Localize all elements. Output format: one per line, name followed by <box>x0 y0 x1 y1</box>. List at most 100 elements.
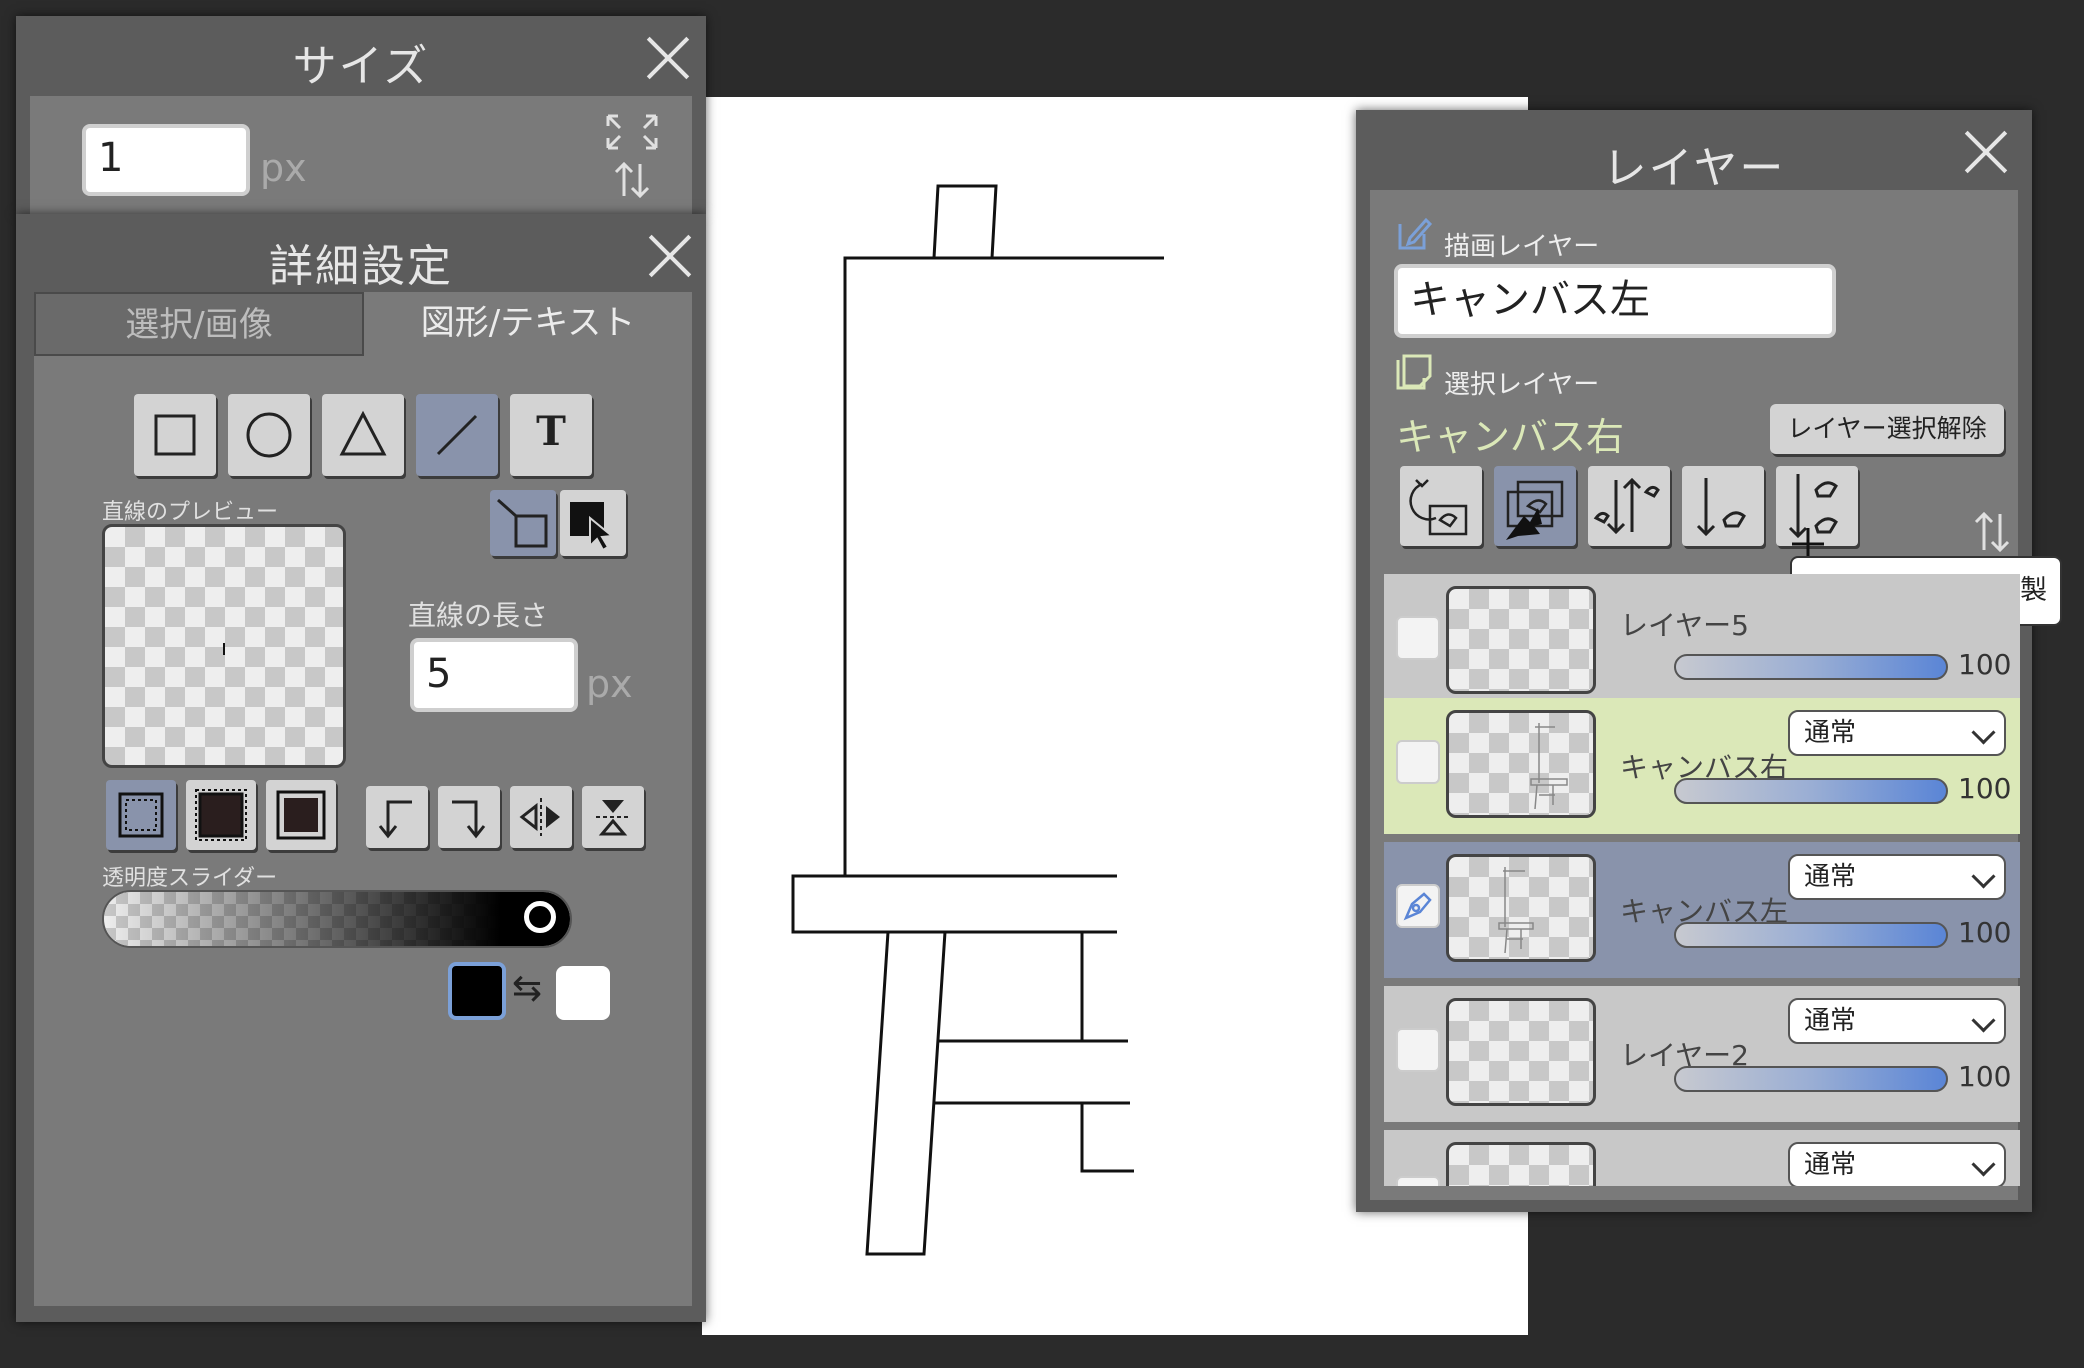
layer-blend-value: 通常 <box>1804 862 1857 892</box>
line-preview-label: 直線のプレビュー <box>102 500 279 525</box>
layer-opacity-value: 100 <box>1958 916 2012 949</box>
border-inside-button[interactable] <box>106 780 176 850</box>
opacity-slider-gradient <box>104 892 570 946</box>
sort-arrows-icon[interactable] <box>1972 510 2012 556</box>
rotate-right-icon <box>452 800 486 839</box>
layer-name: レイヤー5 <box>1620 609 1749 642</box>
cursor-select-icon <box>570 502 615 552</box>
circle-icon <box>246 412 292 458</box>
line-icon <box>436 414 478 456</box>
selection-layer-value: キャンバス右 <box>1396 415 1625 459</box>
selection-layer-label: 選択レイヤー <box>1444 370 1600 400</box>
easel-thumbnail-left <box>1498 867 1534 954</box>
layer-blend-select[interactable]: 通常 <box>1788 854 2006 900</box>
layer-opacity-slider[interactable] <box>1674 922 1948 948</box>
layer-row-drawing[interactable]: 通常 キャンバス左 100 <box>1384 842 2020 978</box>
size-panel-close-icon[interactable] <box>646 36 690 80</box>
triangle-icon <box>339 410 387 456</box>
layer-row-selected[interactable]: 通常 キャンバス右 100 <box>1384 698 2020 834</box>
layer-thumbnail <box>1446 586 1596 694</box>
line-preview <box>102 524 346 768</box>
swap-colors-icon[interactable]: ⇆ <box>512 968 542 1009</box>
select-pointer-button[interactable] <box>560 490 626 556</box>
detail-panel-title: 詳細設定 <box>269 241 453 292</box>
layer-row[interactable]: 通常 レイヤー2 100 <box>1384 986 2020 1122</box>
drawing-layer-input[interactable]: キャンバス左 <box>1394 264 1836 338</box>
border-solid-icon <box>276 790 326 840</box>
layer-visibility-checkbox[interactable] <box>1396 616 1440 660</box>
triangle-tool-button[interactable] <box>322 394 404 476</box>
secondary-color-swatch[interactable] <box>556 966 610 1020</box>
layer-visibility-checkbox[interactable] <box>1396 1028 1440 1072</box>
expand-icon[interactable] <box>604 112 660 202</box>
size-panel-title: サイズ <box>292 41 430 92</box>
layer-blend-value: 通常 <box>1804 718 1857 748</box>
flip-horizontal-button[interactable] <box>510 786 572 848</box>
line-length-input[interactable]: 5 <box>410 638 578 712</box>
rotate-left-icon <box>378 800 412 839</box>
tab-select-image[interactable]: 選択/画像 <box>34 292 364 356</box>
rectangle-icon <box>154 414 196 456</box>
detail-panel-close-icon[interactable] <box>648 234 692 278</box>
size-panel: サイズ 1 px <box>16 16 706 214</box>
layer-visibility-checkbox[interactable] <box>1396 884 1440 928</box>
layer-opacity-value: 100 <box>1958 648 2012 681</box>
layer-opacity-slider[interactable] <box>1674 1066 1948 1092</box>
text-tool-button[interactable]: T <box>510 394 592 476</box>
size-input[interactable]: 1 <box>82 124 250 196</box>
layer-panel-close-icon[interactable] <box>1964 130 2008 174</box>
move-down-layer-button[interactable] <box>1682 466 1764 546</box>
layer-opacity-value: 100 <box>1958 772 2012 805</box>
swap-order-icon <box>1593 477 1660 535</box>
chevron-down-icon <box>1971 1152 1996 1177</box>
layer-visibility-checkbox[interactable] <box>1396 740 1440 784</box>
selection-note-icon <box>1396 354 1432 390</box>
border-dotted-icon <box>118 792 164 838</box>
easel-thumbnail-right <box>1530 723 1568 810</box>
detail-settings-panel: 詳細設定 選択/画像 図形/テキスト T 直線のプレビュー 直線の長さ 5 px… <box>16 214 706 1322</box>
layer-blend-select[interactable]: 通常 <box>1788 998 2006 1044</box>
rectangle-tool-button[interactable] <box>134 394 216 476</box>
deselect-layer-button[interactable]: レイヤー選択解除 <box>1770 404 2004 454</box>
layer-row[interactable]: 通常 <box>1384 1130 2020 1186</box>
border-outside-button[interactable] <box>266 780 336 850</box>
line-length-label: 直線の長さ <box>408 599 549 632</box>
layer-blend-value: 通常 <box>1804 1006 1857 1036</box>
layer-opacity-slider[interactable] <box>1674 778 1948 804</box>
layer-thumbnail <box>1446 710 1596 818</box>
flip-vertical-button[interactable] <box>582 786 644 848</box>
swap-layer-order-button[interactable] <box>1588 466 1670 546</box>
move-down-bird-icon <box>1696 478 1746 537</box>
border-center-button[interactable] <box>186 780 256 850</box>
opacity-slider-label: 透明度スライダー <box>102 866 278 891</box>
select-layer-pointer-button[interactable] <box>1494 466 1576 546</box>
layer-thumbnail <box>1446 1142 1596 1186</box>
layer-visibility-checkbox[interactable] <box>1396 1176 1440 1186</box>
rotate-layer-button[interactable] <box>1400 466 1482 546</box>
rotate-bird-icon <box>1409 479 1468 536</box>
cursor-bird-icon <box>1506 480 1564 540</box>
line-tool-button[interactable] <box>416 394 498 476</box>
layer-blend-value: 通常 <box>1804 1150 1857 1180</box>
layer-blend-select[interactable]: 通常 <box>1788 1142 2006 1186</box>
layer-thumbnail <box>1446 854 1596 962</box>
flip-horizontal-icon <box>519 798 560 836</box>
size-unit: px <box>260 146 307 190</box>
line-anchor-button[interactable] <box>490 490 556 556</box>
layer-blend-select[interactable]: 通常 <box>1788 710 2006 756</box>
text-tool-label: T <box>536 408 566 455</box>
flip-vertical-icon <box>596 800 630 836</box>
opacity-slider[interactable] <box>102 890 572 948</box>
layer-opacity-slider[interactable] <box>1674 654 1948 680</box>
opacity-slider-knob[interactable] <box>524 901 556 933</box>
ellipse-tool-button[interactable] <box>228 394 310 476</box>
layer-opacity-value: 100 <box>1958 1060 2012 1093</box>
tab-shape-text[interactable]: 図形/テキスト <box>364 292 692 356</box>
primary-color-swatch[interactable] <box>448 962 506 1020</box>
rotate-right-button[interactable] <box>438 786 500 848</box>
rotate-left-button[interactable] <box>366 786 428 848</box>
layer-panel-title: レイヤー <box>1602 143 1786 194</box>
chevron-down-icon <box>1971 864 1996 889</box>
layer-row[interactable]: レイヤー5 100 <box>1384 574 2020 710</box>
preview-line-mark <box>223 643 225 655</box>
